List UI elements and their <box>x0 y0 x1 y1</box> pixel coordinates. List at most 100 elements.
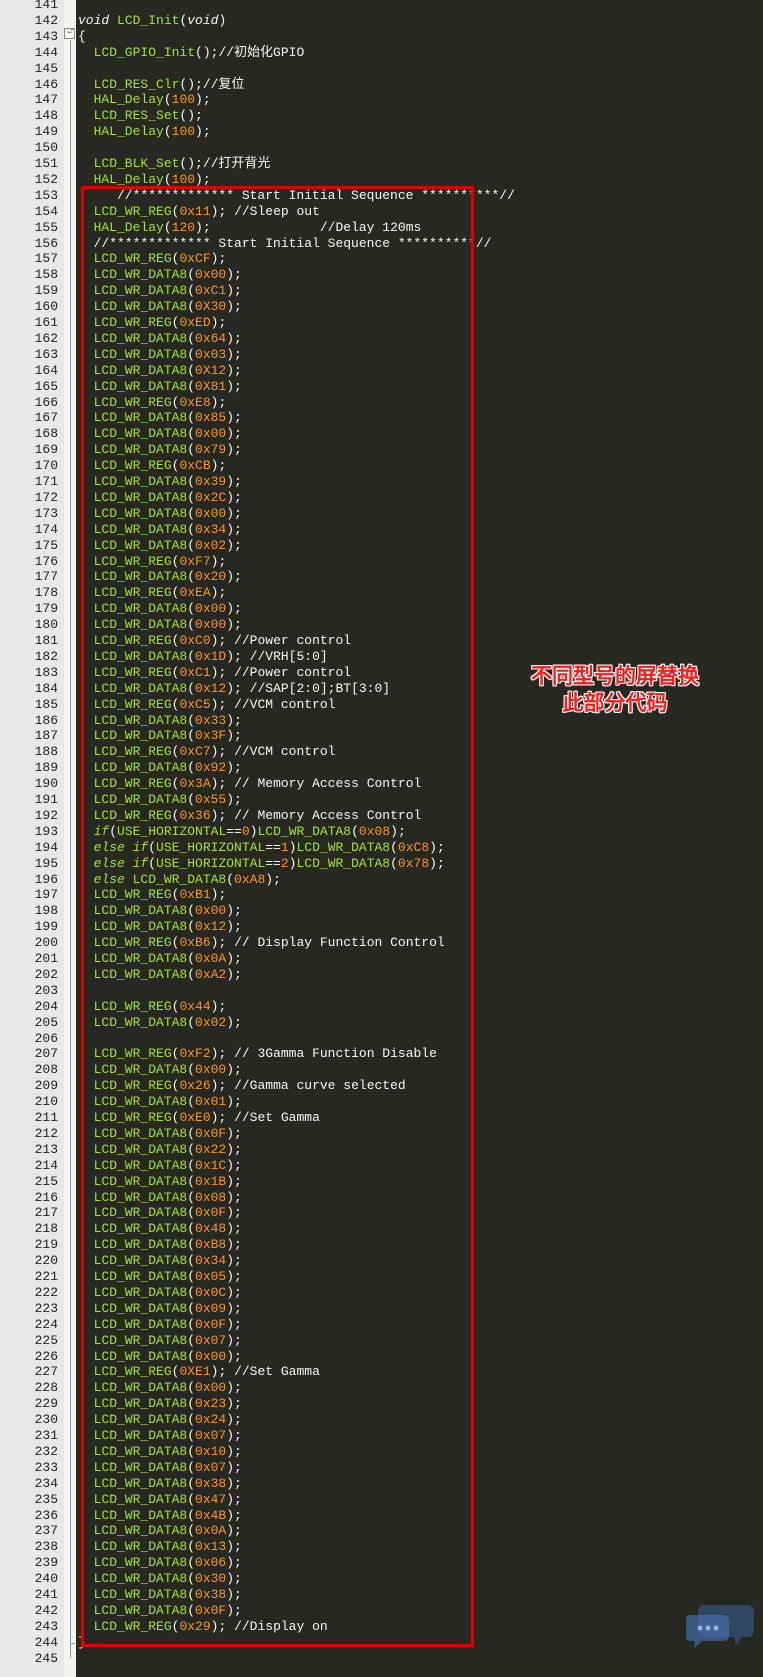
line-number: 198 <box>34 903 58 919</box>
line-number: 169 <box>34 442 58 458</box>
code-text[interactable]: { <box>78 29 86 45</box>
line-number: 218 <box>34 1221 58 1237</box>
line-number: 168 <box>34 426 58 442</box>
line-number: 226 <box>34 1348 58 1364</box>
line-number: 202 <box>34 966 58 982</box>
code-line[interactable]: 149 HAL_Delay(100); <box>0 124 763 140</box>
annotation-line-2: 此部分代码 <box>562 691 668 715</box>
code-text[interactable]: LCD_GPIO_Init();//初始化GPIO <box>78 44 305 61</box>
line-number: 217 <box>34 1205 58 1221</box>
line-number: 222 <box>34 1284 58 1300</box>
line-number: 177 <box>34 569 58 585</box>
code-text[interactable]: HAL_Delay(100); <box>78 92 211 108</box>
code-token: HAL_Delay <box>78 92 164 108</box>
line-number: 163 <box>34 346 58 362</box>
code-text[interactable]: LCD_RES_Set(); <box>78 108 203 124</box>
line-number: 237 <box>34 1523 58 1539</box>
code-line[interactable]: 151 LCD_BLK_Set();//打开背光 <box>0 156 763 172</box>
code-token: void <box>78 12 110 28</box>
line-number: 194 <box>34 839 58 855</box>
code-token: ); <box>195 124 211 140</box>
line-number: 143 <box>34 28 58 44</box>
code-line[interactable]: 148 LCD_RES_Set(); <box>0 108 763 124</box>
line-number: 244 <box>34 1634 58 1650</box>
line-number: 206 <box>34 1030 58 1046</box>
line-number: 160 <box>34 299 58 315</box>
line-number: 161 <box>34 315 58 330</box>
code-token: 100 <box>171 92 196 108</box>
code-text[interactable]: void LCD_Init(void) <box>78 13 226 29</box>
line-number: 195 <box>34 855 58 871</box>
line-number: 156 <box>34 235 58 251</box>
code-line[interactable]: 245 <box>0 1651 763 1667</box>
line-number: 197 <box>34 887 58 903</box>
line-number: 239 <box>34 1555 58 1571</box>
fold-end-marker <box>70 1642 75 1644</box>
line-number: 150 <box>34 140 58 156</box>
line-number: 158 <box>34 267 58 283</box>
line-number: 188 <box>34 744 58 760</box>
line-number: 228 <box>34 1380 58 1396</box>
line-number: 180 <box>34 617 58 633</box>
line-number: 151 <box>34 156 58 171</box>
line-number: 166 <box>34 394 58 410</box>
line-number: 167 <box>34 410 58 426</box>
line-number: 216 <box>34 1189 58 1205</box>
line-number: 173 <box>34 505 58 521</box>
code-text[interactable]: LCD_BLK_Set();//打开背光 <box>78 156 271 172</box>
line-number: 240 <box>34 1571 58 1587</box>
code-line[interactable]: 143 { <box>0 29 763 45</box>
code-token: (); <box>179 76 203 92</box>
code-line[interactable]: 147 HAL_Delay(100); <box>0 92 763 108</box>
line-number: 184 <box>34 680 58 696</box>
line-number: 149 <box>34 124 58 140</box>
line-number: 171 <box>34 474 58 489</box>
line-number: 235 <box>34 1491 58 1507</box>
line-number: 141 <box>34 0 58 12</box>
code-line[interactable]: 141 <box>0 0 763 13</box>
code-text[interactable]: HAL_Delay(100); <box>78 124 211 140</box>
line-number: 225 <box>34 1332 58 1348</box>
code-text[interactable]: LCD_RES_Clr();//复位 <box>78 76 245 93</box>
code-token: 100 <box>171 171 196 187</box>
code-line[interactable]: 142 void LCD_Init(void) <box>0 13 763 29</box>
code-token: LCD_RES_Clr <box>78 76 180 92</box>
code-line[interactable]: 144 LCD_GPIO_Init();//初始化GPIO <box>0 45 763 61</box>
code-line[interactable]: 145 <box>0 61 763 77</box>
code-line[interactable]: 150 <box>0 140 763 156</box>
line-number: 243 <box>34 1618 58 1634</box>
line-number: 148 <box>34 108 58 124</box>
annotation-line-1: 不同型号的屏替换 <box>531 664 699 688</box>
line-number: 175 <box>34 537 58 553</box>
line-number: 233 <box>34 1459 58 1475</box>
line-number: 209 <box>34 1078 58 1094</box>
line-number: 204 <box>34 998 58 1014</box>
code-token: { <box>78 28 86 44</box>
line-number: 176 <box>34 553 58 569</box>
code-line[interactable]: 146 LCD_RES_Clr();//复位 <box>0 77 763 93</box>
line-number: 196 <box>34 871 58 887</box>
code-token: ( <box>163 124 172 140</box>
line-number: 208 <box>34 1062 58 1078</box>
line-number: 155 <box>34 219 58 235</box>
fold-start-marker <box>70 28 75 30</box>
code-token: void <box>187 12 219 28</box>
watermark-chat-icon <box>686 1605 754 1648</box>
line-number: 164 <box>34 362 58 378</box>
code-token: ); <box>195 92 211 108</box>
line-number: 157 <box>34 251 58 267</box>
line-number: 182 <box>34 648 58 664</box>
code-token: (); <box>179 108 203 124</box>
line-number: 174 <box>34 521 58 537</box>
line-number: 230 <box>34 1412 58 1428</box>
line-number: 190 <box>34 776 58 792</box>
line-number: 201 <box>34 951 58 966</box>
code-token: LCD_GPIO_Init <box>78 44 196 60</box>
code-token: 100 <box>171 124 196 140</box>
code-token: (); <box>195 44 219 60</box>
line-number: 181 <box>34 633 58 648</box>
line-number: 186 <box>34 712 58 728</box>
highlight-box <box>81 186 474 1647</box>
line-number: 170 <box>34 458 58 474</box>
line-number: 179 <box>34 601 58 617</box>
